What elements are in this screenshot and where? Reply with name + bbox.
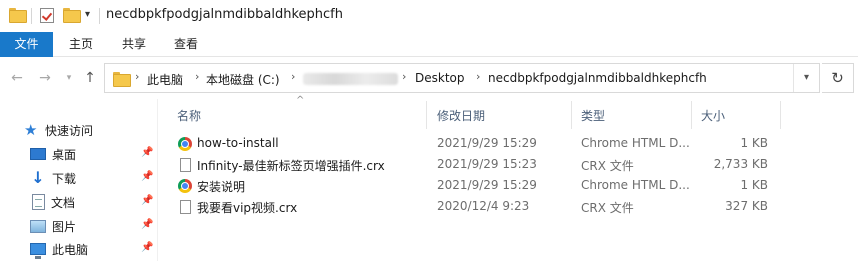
breadcrumb-chevron-icon[interactable]: › (402, 70, 406, 83)
document-icon (32, 194, 45, 210)
nav-item-label: 下载 (52, 171, 77, 186)
back-arrow-icon[interactable]: ← (8, 69, 26, 87)
file-row[interactable]: how-to-install 2021/9/29 15:29 Chrome HT… (170, 134, 770, 155)
breadcrumb-chevron-icon[interactable]: › (291, 70, 295, 83)
customize-dropdown-icon[interactable]: ▾ (85, 9, 90, 20)
folder-icon[interactable] (9, 8, 27, 23)
sort-ascending-icon: ^ (296, 95, 305, 106)
crx-file-icon (180, 158, 191, 172)
breadcrumb-chevron-icon[interactable]: › (476, 70, 480, 83)
file-date: 2020/12/4 9:23 (437, 199, 530, 213)
pin-icon[interactable]: 📌 (141, 219, 153, 230)
properties-check-icon[interactable] (40, 8, 54, 23)
nav-item-documents[interactable]: 文档 (30, 191, 75, 213)
recent-locations-chevron-icon[interactable]: ▾ (60, 69, 78, 87)
nav-item-label: 快速访问 (45, 123, 94, 138)
nav-item-label: 此电脑 (52, 242, 89, 257)
download-icon: ↓ (31, 168, 45, 187)
new-folder-icon[interactable] (63, 8, 81, 23)
breadcrumb-current-folder[interactable]: necdbpkfpodgjalnmdibbaldhkephcfh (488, 71, 707, 85)
toolbar-divider (99, 8, 100, 24)
pin-icon[interactable]: 📌 (141, 147, 153, 158)
folder-icon (113, 72, 131, 87)
pictures-icon (30, 219, 46, 233)
ribbon-tabs: 文件 主页 共享 查看 (0, 32, 858, 57)
navigation-bar: ← → ▾ ↑ › 此电脑 › 本地磁盘 (C:) › › Desktop › … (0, 57, 858, 99)
column-header-date[interactable]: 修改日期 (437, 107, 485, 125)
nav-item-pictures[interactable]: 图片 (30, 215, 76, 237)
up-arrow-icon[interactable]: ↑ (81, 69, 99, 87)
file-name: Infinity-最佳新标签页增强插件.crx (197, 159, 385, 173)
column-divider[interactable] (571, 101, 572, 129)
file-name: how-to-install (197, 136, 279, 150)
pin-icon[interactable]: 📌 (141, 171, 153, 182)
computer-icon (30, 243, 46, 259)
chrome-html-icon (178, 137, 192, 151)
breadcrumb-local-disk[interactable]: 本地磁盘 (C:) (206, 71, 280, 88)
file-name: 安装说明 (197, 180, 246, 194)
file-date: 2021/9/29 15:29 (437, 136, 537, 150)
toolbar-divider (31, 8, 32, 24)
tab-share[interactable]: 共享 (110, 32, 158, 57)
column-header-size[interactable]: 大小 (701, 107, 725, 125)
file-row[interactable]: Infinity-最佳新标签页增强插件.crx 2021/9/29 15:23 … (170, 155, 770, 176)
redacted-username (303, 73, 398, 85)
column-divider[interactable] (780, 101, 781, 129)
address-bar[interactable]: › 此电脑 › 本地磁盘 (C:) › › Desktop › necdbpkf… (104, 63, 820, 93)
nav-item-downloads[interactable]: ↓ 下载 (30, 167, 76, 189)
window-title: necdbpkfpodgjalnmdibbaldhkephcfh (106, 7, 344, 22)
nav-item-quick-access[interactable]: ★ 快速访问 (24, 119, 93, 141)
quick-access-toolbar (9, 8, 27, 23)
refresh-icon[interactable]: ↻ (822, 63, 854, 93)
column-header-type[interactable]: 类型 (581, 107, 605, 125)
pin-icon[interactable]: 📌 (141, 242, 153, 253)
nav-item-this-pc[interactable]: 此电脑 (30, 238, 88, 260)
breadcrumb-this-pc[interactable]: 此电脑 (147, 71, 183, 88)
file-list: ^ 名称 修改日期 类型 大小 how-to-install 2021/9/29… (160, 95, 858, 261)
breadcrumb-desktop[interactable]: Desktop (415, 71, 465, 85)
navigation-pane: ★ 快速访问 桌面 📌 ↓ 下载 📌 文档 📌 图片 📌 此电脑 📌 (0, 99, 160, 261)
tab-file[interactable]: 文件 (0, 32, 53, 57)
pin-icon[interactable]: 📌 (141, 195, 153, 206)
chrome-html-icon (178, 179, 192, 193)
file-type: Chrome HTML D... (581, 178, 690, 192)
nav-item-label: 图片 (52, 219, 77, 234)
file-size: 1 KB (740, 178, 768, 192)
breadcrumb-chevron-icon[interactable]: › (135, 70, 139, 83)
address-dropdown-icon[interactable]: ▾ (793, 64, 819, 92)
column-header-name[interactable]: 名称 (177, 107, 201, 125)
file-name: 我要看vip视频.crx (197, 201, 298, 215)
nav-item-label: 文档 (51, 195, 76, 210)
file-type: CRX 文件 (581, 159, 634, 173)
file-type: Chrome HTML D... (581, 136, 690, 150)
file-size: 327 KB (725, 199, 768, 213)
file-row[interactable]: 安装说明 2021/9/29 15:29 Chrome HTML D... 1 … (170, 176, 770, 197)
file-size: 2,733 KB (713, 157, 768, 171)
file-size: 1 KB (740, 136, 768, 150)
file-date: 2021/9/29 15:23 (437, 157, 537, 171)
star-icon: ★ (24, 120, 38, 139)
file-type: CRX 文件 (581, 201, 634, 215)
tab-view[interactable]: 查看 (162, 32, 210, 57)
breadcrumb-chevron-icon[interactable]: › (195, 70, 199, 83)
forward-arrow-icon[interactable]: → (36, 69, 54, 87)
file-row[interactable]: 我要看vip视频.crx 2020/12/4 9:23 CRX 文件 327 K… (170, 197, 770, 218)
tab-home[interactable]: 主页 (57, 32, 105, 57)
column-divider[interactable] (426, 101, 427, 129)
desktop-icon (30, 148, 46, 160)
title-bar: ▾ necdbpkfpodgjalnmdibbaldhkephcfh (0, 0, 858, 32)
nav-item-label: 桌面 (52, 147, 77, 162)
crx-file-icon (180, 200, 191, 214)
pane-divider[interactable] (157, 99, 158, 261)
nav-item-desktop[interactable]: 桌面 (30, 143, 76, 165)
file-date: 2021/9/29 15:29 (437, 178, 537, 192)
column-divider[interactable] (691, 101, 692, 129)
